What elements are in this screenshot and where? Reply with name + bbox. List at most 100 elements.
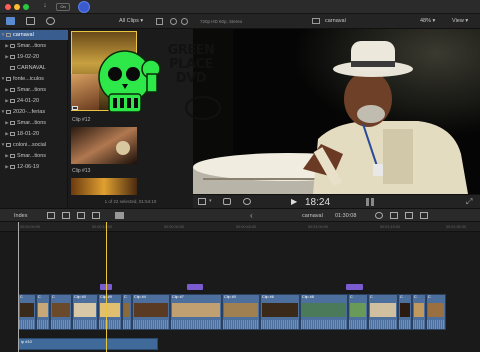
overwrite-icon[interactable] xyxy=(92,212,100,219)
timeline-clip[interactable]: C xyxy=(36,294,50,330)
smart-collection-item[interactable]: ▶ Smar...tions xyxy=(0,85,68,95)
timeline-clip[interactable]: C xyxy=(426,294,446,330)
smart-collection-item[interactable]: ▶ Smar...tions xyxy=(0,41,68,51)
transform-dropdown[interactable]: ▾ xyxy=(209,198,212,204)
ruler-tick: 00:00:00:00 xyxy=(20,225,41,229)
insert-icon[interactable] xyxy=(62,212,70,219)
smart-collection-item[interactable]: ▶ Smar...tions xyxy=(0,118,68,128)
libraries-sidebar: ▼ carnaval ▶ Smar...tions ▶ 19-02-20 CARNAV… xyxy=(0,29,68,208)
item-label: 18-01-20 xyxy=(17,131,40,137)
index-button[interactable]: Index xyxy=(14,213,27,219)
retime-icon[interactable] xyxy=(243,198,251,205)
camera-icon xyxy=(72,106,78,110)
enhance-icon[interactable] xyxy=(223,198,231,205)
timeline-clip[interactable]: C xyxy=(412,294,426,330)
snapping-icon[interactable] xyxy=(420,212,428,219)
library-item[interactable]: ▼ 2020-...ferias xyxy=(0,107,68,117)
audio-skimming-icon[interactable] xyxy=(390,212,398,219)
library-item[interactable]: ▼ coloni...social xyxy=(0,140,68,150)
audio-waveform xyxy=(413,320,425,329)
item-label: 24-01-20 xyxy=(17,98,40,104)
timeline-clip[interactable]: Clip #9 xyxy=(98,294,122,330)
audio-clip[interactable]: ip #10 xyxy=(18,338,158,350)
item-label: 12-06-19 xyxy=(17,164,40,170)
clip-filmstrip xyxy=(52,303,70,317)
timeline-clip[interactable]: Clip #8 xyxy=(300,294,348,330)
library-item-carnaval[interactable]: ▼ carnaval xyxy=(0,30,68,40)
clip-filmstrip xyxy=(400,303,410,317)
clip-appearance-icon[interactable] xyxy=(156,18,163,25)
import-icon[interactable]: ↓ xyxy=(40,2,50,11)
viewer[interactable] xyxy=(193,29,480,194)
audio-waveform xyxy=(99,320,121,329)
timeline-clip[interactable]: C xyxy=(50,294,72,330)
view-dropdown[interactable]: View ▾ xyxy=(452,18,468,24)
event-icon xyxy=(10,65,15,70)
connected-clip[interactable] xyxy=(346,284,363,290)
clip-title: C xyxy=(370,295,373,299)
viewer-frame xyxy=(193,29,480,194)
search-icon[interactable] xyxy=(181,18,188,25)
event-item[interactable]: ▶ 19-02-20 xyxy=(0,52,68,62)
clip-filmstrip xyxy=(428,303,444,317)
timeline-clip[interactable]: Clip #4 xyxy=(132,294,170,330)
solo-icon[interactable] xyxy=(405,212,413,219)
clip-title: Clip #6 xyxy=(262,295,274,299)
close-window-button[interactable] xyxy=(5,4,11,10)
clip-filmstrip xyxy=(350,303,366,317)
event-item[interactable]: ▶ 24-01-20 xyxy=(0,96,68,106)
folder-icon xyxy=(10,153,15,158)
event-item[interactable]: CARNAVAL xyxy=(0,63,68,73)
transform-icon[interactable] xyxy=(198,198,206,205)
connect-icon[interactable] xyxy=(47,212,55,219)
folder-icon xyxy=(10,43,15,48)
play-button[interactable]: ▶ xyxy=(291,197,297,206)
audio-waveform xyxy=(223,320,259,329)
connected-clip[interactable] xyxy=(187,284,203,290)
playhead[interactable] xyxy=(106,222,107,352)
ruler-tick: 00:01:15:00 xyxy=(380,225,401,229)
zoom-window-button[interactable] xyxy=(23,4,29,10)
fullscreen-icon[interactable]: ⤢ xyxy=(466,197,472,207)
library-label: fonte...iculos xyxy=(13,76,44,82)
skimming-icon[interactable] xyxy=(375,212,383,219)
timeline-clip[interactable]: Clip #7 xyxy=(170,294,222,330)
timeline-clip[interactable]: Clip #6 xyxy=(260,294,300,330)
zoom-dropdown[interactable]: 48% ▾ xyxy=(420,18,435,24)
timeline-ruler[interactable]: 00:00:00:00 00:00:15:00 00:00:30:00 00:0… xyxy=(0,222,480,232)
timeline-clip[interactable]: C xyxy=(398,294,412,330)
clip-filmstrip xyxy=(38,303,48,317)
project-name: carnaval xyxy=(325,18,346,24)
timeline-clip[interactable]: C xyxy=(348,294,368,330)
background-tasks-button[interactable] xyxy=(78,1,90,13)
clip-thumbnail[interactable] xyxy=(71,178,137,195)
audio-waveform xyxy=(369,320,397,329)
event-item[interactable]: ▶ 12-06-19 xyxy=(0,162,68,172)
titles-generators-icon[interactable] xyxy=(46,17,55,25)
libraries-icon[interactable] xyxy=(6,17,15,25)
timeline-clip[interactable]: C xyxy=(18,294,36,330)
photos-audio-icon[interactable] xyxy=(26,17,35,25)
clip-filter-dropdown[interactable]: All Clips ▾ xyxy=(119,18,143,24)
event-item[interactable]: ▶ 18-01-20 xyxy=(0,129,68,139)
clip-title: C xyxy=(38,295,41,299)
select-tool-icon[interactable] xyxy=(115,212,124,219)
item-label: CARNAVAL xyxy=(17,65,46,71)
timeline-clip[interactable]: Clip #0 xyxy=(72,294,98,330)
folder-icon xyxy=(10,87,15,92)
library-item[interactable]: ▼ fonte...iculos xyxy=(0,74,68,84)
timeline[interactable] xyxy=(0,232,480,352)
back-arrow-icon[interactable]: ‹ xyxy=(250,211,253,220)
sort-icon[interactable] xyxy=(170,18,177,25)
smart-collection-item[interactable]: ▶ Smar...tions xyxy=(0,151,68,161)
timeline-clip[interactable]: C xyxy=(122,294,132,330)
keyword-button[interactable]: On xyxy=(56,3,70,11)
event-icon xyxy=(10,131,15,136)
timeline-clip[interactable]: C xyxy=(368,294,398,330)
clip-title: Clip #4 xyxy=(134,295,146,299)
append-icon[interactable] xyxy=(77,212,85,219)
minimize-window-button[interactable] xyxy=(14,4,20,10)
timeline-clip[interactable]: Clip #0 xyxy=(222,294,260,330)
clip-filmstrip xyxy=(20,303,34,317)
clip-filmstrip xyxy=(74,303,96,317)
